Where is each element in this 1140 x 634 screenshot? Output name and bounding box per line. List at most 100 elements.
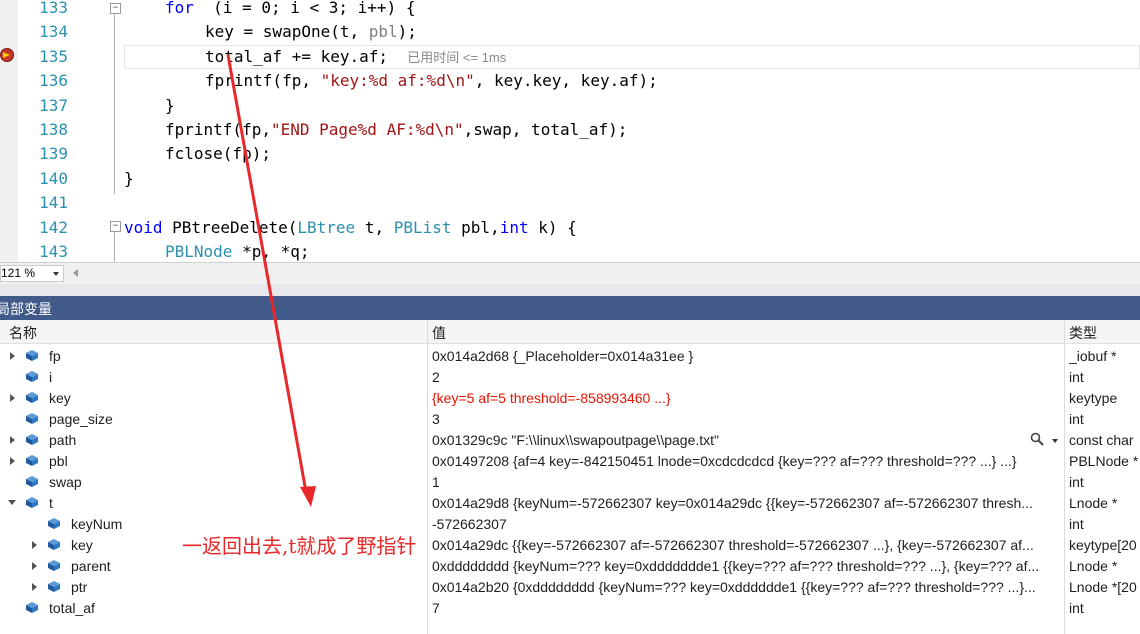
chevron-down-icon[interactable]	[1052, 439, 1058, 443]
expand-arrow-icon[interactable]	[32, 541, 37, 549]
panel-splitter[interactable]	[0, 284, 1140, 296]
variable-type: const char	[1069, 432, 1134, 448]
locals-row[interactable]: pbl 0x01497208 {af=4 key=-842150451 lnode…	[0, 450, 1140, 471]
line-number: 133	[39, 0, 68, 17]
code-line: for (i = 0; i < 3; i++) {	[165, 0, 415, 20]
variable-value[interactable]: 0xdddddddd {keyNum=??? key=0xddddddde1 {…	[432, 558, 1060, 574]
locals-row[interactable]: swap 1 int	[0, 471, 1140, 492]
variable-value[interactable]: 0x01497208 {af=4 key=-842150451 lnode=0x…	[432, 453, 1060, 469]
variable-cube-icon	[26, 434, 38, 445]
line-number: 140	[39, 168, 68, 188]
line-number: 141	[39, 193, 68, 213]
code-token: ,swap, total_af);	[463, 120, 628, 139]
locals-row[interactable]: path 0x01329c9c "F:\\linux\\swapoutpage\\…	[0, 429, 1140, 450]
line-number: 139	[39, 144, 68, 164]
zoom-dropdown[interactable]: 121 %	[0, 265, 64, 282]
locals-row[interactable]: page_size 3 int	[0, 408, 1140, 429]
code-token: pbl	[368, 22, 398, 42]
variable-name: pbl	[49, 453, 68, 469]
locals-grid-header: 名称 值 类型	[0, 320, 1140, 344]
code-token: total_af += key.af;	[205, 46, 408, 66]
variable-cube-icon	[26, 413, 38, 424]
code-token: "key:%d af:%d\n"	[320, 71, 475, 91]
code-token: PBLNode	[165, 242, 233, 261]
locals-window: 名称 值 类型 fp 0x014a2d68 {_Placeholder=0x014…	[0, 320, 1140, 634]
locals-row[interactable]: ptr 0x014a2b20 {0xdddddddd {keyNum=??? ke…	[0, 576, 1140, 597]
magnifier-search-icon[interactable]	[1030, 432, 1044, 446]
collapse-arrow-icon[interactable]	[8, 500, 16, 505]
variable-type: int	[1069, 411, 1084, 427]
variable-cube-icon	[48, 539, 60, 550]
locals-row[interactable]: t 0x014a29d8 {keyNum=-572662307 key=0x014…	[0, 492, 1140, 513]
variable-value[interactable]: 0x014a2b20 {0xdddddddd {keyNum=??? key=0…	[432, 579, 1060, 595]
code-token: for	[165, 0, 194, 17]
code-token: k) {	[528, 217, 577, 237]
code-token: LBtree	[297, 217, 356, 237]
variable-cube-icon	[26, 350, 38, 361]
code-editor[interactable]: 133 for (i = 0; i < 3; i++) {134 key = swa…	[0, 0, 1140, 262]
line-number: 143	[39, 242, 68, 261]
code-token: fprintf(fp,	[165, 120, 271, 139]
expand-arrow-icon[interactable]	[10, 352, 15, 360]
variable-value[interactable]: 1	[432, 474, 1060, 490]
variable-cube-icon	[26, 602, 38, 613]
code-token: fprintf(fp,	[205, 71, 321, 91]
variable-value[interactable]: 2	[432, 369, 1060, 385]
fold-collapse-icon[interactable]: −	[110, 3, 121, 14]
variable-type: Lnode *	[1069, 495, 1118, 511]
variable-value[interactable]: 7	[432, 600, 1060, 616]
variable-type: int	[1069, 516, 1084, 532]
code-token: , key.key, key.af);	[474, 71, 658, 91]
scroll-left-arrow-icon[interactable]	[73, 269, 78, 277]
variable-value[interactable]: 0x014a29d8 {keyNum=-572662307 key=0x014a…	[432, 495, 1060, 511]
variable-type: Lnode *[20	[1069, 579, 1137, 595]
line-number: 135	[39, 46, 68, 66]
line-number: 142	[39, 217, 68, 237]
variable-cube-icon	[26, 392, 38, 403]
indicator-margin[interactable]	[0, 0, 18, 262]
expand-arrow-icon[interactable]	[10, 394, 15, 402]
expand-arrow-icon[interactable]	[10, 457, 15, 465]
locals-row[interactable]: keyNum -572662307 int	[0, 513, 1140, 534]
locals-row[interactable]: i 2 int	[0, 366, 1140, 387]
column-header-name[interactable]: 名称	[9, 323, 37, 343]
column-header-value[interactable]: 值	[432, 323, 446, 343]
code-line: PBLNode *p, *q;	[165, 240, 310, 262]
locals-row[interactable]: key {key=5 af=5 threshold=-858993460 ...}…	[0, 387, 1140, 408]
expand-arrow-icon[interactable]	[32, 583, 37, 591]
variable-type: Lnode *	[1069, 558, 1118, 574]
variable-value[interactable]: 3	[432, 411, 1060, 427]
locals-row[interactable]: key 0x014a29dc {{key=-572662307 af=-57266…	[0, 534, 1140, 555]
variable-value[interactable]: -572662307	[432, 516, 1060, 532]
locals-row[interactable]: parent 0xdddddddd {keyNum=??? key=0xddddd…	[0, 555, 1140, 576]
variable-type: int	[1069, 369, 1084, 385]
variable-name: parent	[71, 558, 111, 574]
variable-value[interactable]: 0x014a2d68 {_Placeholder=0x014a31ee }	[432, 348, 1060, 364]
variable-value[interactable]: {key=5 af=5 threshold=-858993460 ...}	[432, 390, 1060, 406]
elapsed-time-hint: 已用时间 <= 1ms	[407, 49, 507, 65]
locals-row[interactable]: fp 0x014a2d68 {_Placeholder=0x014a31ee } _…	[0, 345, 1140, 366]
fold-guide	[114, 232, 115, 262]
code-token: PBtreeDelete(	[162, 217, 298, 237]
variable-value[interactable]: 0x01329c9c "F:\\linux\\swapoutpage\\page…	[432, 432, 1022, 448]
variable-cube-icon	[48, 581, 60, 592]
variable-name: fp	[49, 348, 61, 364]
variable-value[interactable]: 0x014a29dc {{key=-572662307 af=-57266230…	[432, 537, 1060, 553]
chevron-down-icon	[53, 272, 59, 276]
expand-arrow-icon[interactable]	[10, 436, 15, 444]
code-token: key = swapOne(t,	[205, 22, 369, 42]
column-header-type[interactable]: 类型	[1069, 323, 1097, 343]
code-line: fclose(fp);	[165, 142, 271, 166]
expand-arrow-icon[interactable]	[32, 562, 37, 570]
variable-type: _iobuf *	[1069, 348, 1117, 364]
locals-row[interactable]: total_af 7 int	[0, 597, 1140, 618]
variable-type: int	[1069, 600, 1084, 616]
code-line: fprintf(fp, "key:%d af:%d\n", key.key, k…	[205, 69, 658, 93]
code-line: key = swapOne(t, pbl);	[205, 20, 417, 44]
variable-type: int	[1069, 474, 1084, 490]
code-line: }	[165, 94, 175, 118]
variable-type: keytype[20	[1069, 537, 1137, 553]
variable-type: PBLNode *	[1069, 453, 1139, 469]
variable-name: keyNum	[71, 516, 123, 532]
fold-collapse-icon[interactable]: −	[110, 221, 121, 232]
